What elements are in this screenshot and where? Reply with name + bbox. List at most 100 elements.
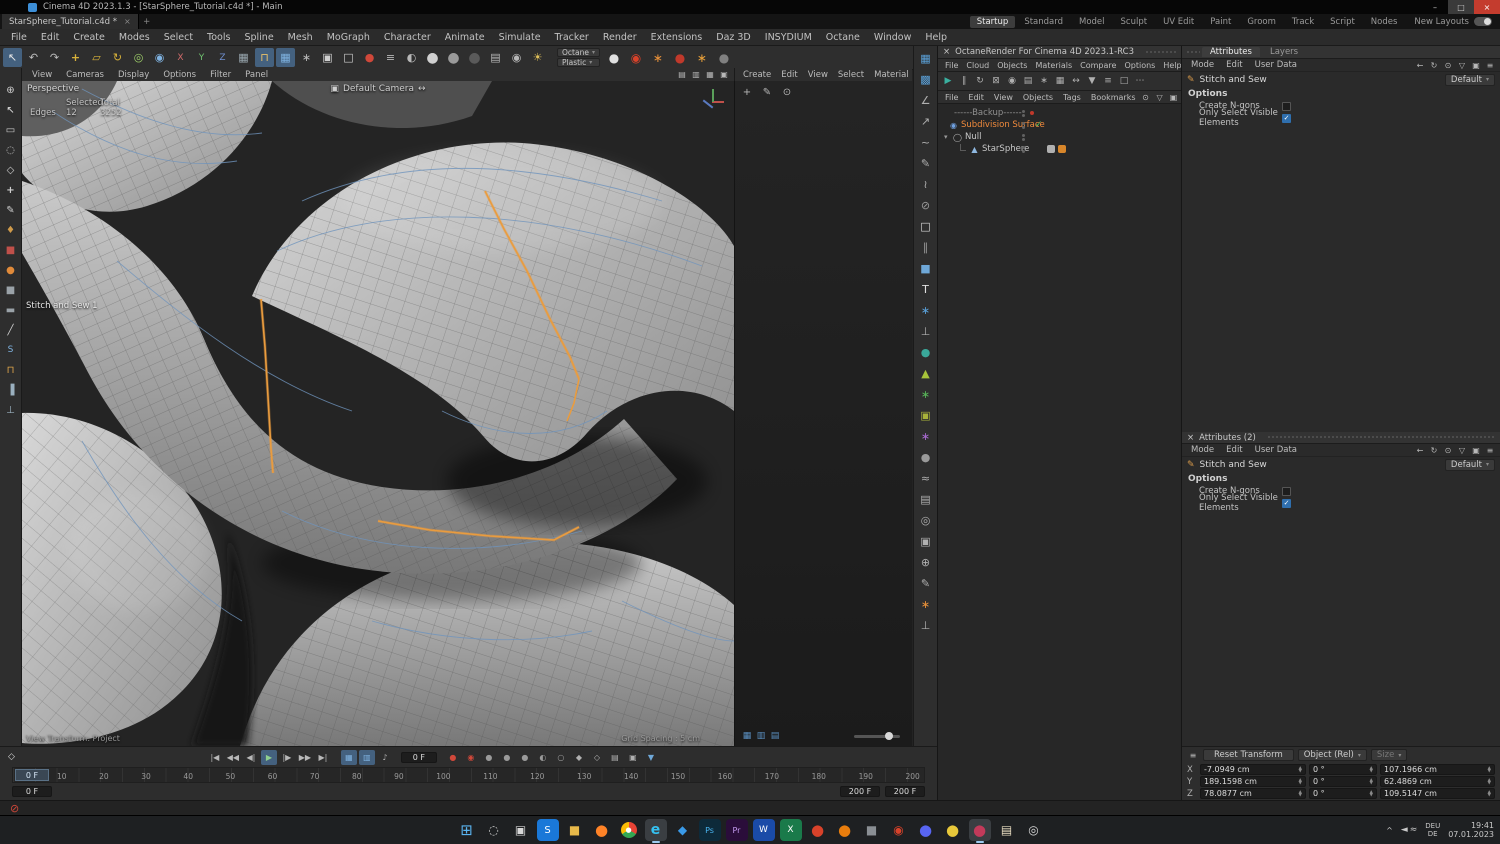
menu-item[interactable]: File	[4, 32, 34, 43]
render-region-icon[interactable]: □	[339, 48, 358, 67]
record-parameter-icon[interactable]: ◐	[535, 750, 551, 765]
eyedropper-icon[interactable]: ≀	[917, 176, 934, 193]
excel-icon[interactable]: X	[779, 819, 802, 841]
view-label[interactable]: Perspective	[27, 84, 79, 94]
preset-dropdown[interactable]: Default	[1444, 458, 1495, 471]
otoy-icon[interactable]: ◉	[888, 819, 910, 841]
document-end-field[interactable]: 200 F	[885, 785, 925, 797]
sphere-gray-icon[interactable]: ●	[917, 449, 934, 466]
stage-camera-icon[interactable]: ◉	[507, 48, 526, 67]
selection-tag-icon[interactable]	[1058, 145, 1066, 153]
last-tool-icon[interactable]: ◎	[129, 48, 148, 67]
gear-purple-icon[interactable]: ∗	[917, 428, 934, 445]
octane-more-icon[interactable]: ⋯	[1133, 74, 1147, 88]
gray-cube-icon[interactable]: ■	[3, 282, 19, 298]
timeline-ruler[interactable]: 0 F 10 20 30 40 50 60 70 80 90 100 110 120 130 140 150 1…	[12, 767, 925, 783]
options-section-header[interactable]: Options	[1182, 472, 1500, 485]
position-z-field[interactable]: 78.0877 cm ▲ ▼	[1200, 788, 1306, 799]
taskbar-clock[interactable]: 19:41 07.01.2023	[1448, 821, 1494, 839]
octane-compare-icon[interactable]: ↔	[1069, 74, 1083, 88]
layout-model[interactable]: Model	[1072, 16, 1112, 28]
history-icon[interactable]: ↻	[1428, 60, 1440, 71]
layer-dot[interactable]	[1030, 111, 1034, 115]
enable-checkmark[interactable]: ✓	[1035, 120, 1043, 130]
tab-layers[interactable]: Layers	[1262, 47, 1306, 57]
sphere-teal-icon[interactable]: ●	[917, 344, 934, 361]
octane-live-viewer-icon[interactable]: ▦	[917, 50, 934, 67]
edge-icon[interactable]: e	[644, 819, 667, 843]
layout-uv-edit[interactable]: UV Edit	[1156, 16, 1201, 28]
live-selection-icon[interactable]: ↖	[3, 48, 22, 67]
otoy-gear-icon[interactable]: ∗	[650, 50, 666, 66]
menu-item[interactable]: Simulate	[492, 32, 548, 43]
octane-menu-item[interactable]: Materials	[1031, 61, 1076, 70]
camera-swap-icon[interactable]: ↔	[418, 84, 426, 94]
new-layouts-toggle[interactable]	[1474, 17, 1492, 26]
explorer-icon[interactable]: ■	[564, 819, 586, 841]
camera-label[interactable]: Default Camera	[343, 84, 414, 94]
red-app-icon[interactable]: ●	[807, 819, 829, 841]
pen-icon[interactable]: ✎	[917, 155, 934, 172]
y-axis-lock-icon[interactable]: Y	[192, 48, 211, 67]
redshift-icon[interactable]: ●	[672, 50, 688, 66]
axis-small-icon[interactable]: ⊥	[917, 617, 934, 634]
gray-app-icon[interactable]: ■	[861, 819, 883, 841]
discord-icon[interactable]: ●	[915, 819, 937, 841]
emoji-app-icon[interactable]: ●	[942, 819, 964, 841]
panel-menu-icon[interactable]: ≡	[1484, 445, 1496, 456]
plane-icon[interactable]: ▬	[3, 302, 19, 318]
curve-icon[interactable]: ~	[917, 134, 934, 151]
om-filter-icon[interactable]: ▽	[1154, 92, 1166, 103]
rotation-p-field[interactable]: 0 ° ▲ ▼	[1309, 776, 1377, 787]
attributes-menu-item[interactable]: User Data	[1250, 445, 1302, 455]
keyframe-presets-icon[interactable]: ◇	[589, 750, 605, 765]
object-item-null[interactable]: ▾ ◯ Null	[938, 131, 1181, 143]
rect-select-icon[interactable]: ▭	[3, 122, 19, 138]
mirror-icon[interactable]: ▐	[3, 382, 19, 398]
redo-icon[interactable]: ↷	[45, 48, 64, 67]
menu-item[interactable]: Help	[918, 32, 954, 43]
attributes-menu-item[interactable]: Edit	[1221, 60, 1247, 70]
layout-quad-view-icon[interactable]: ▦	[704, 69, 716, 80]
coordinates-menu-icon[interactable]: ≡	[1187, 750, 1199, 761]
octane-ball-white-icon[interactable]: ●	[606, 50, 622, 66]
network-icon[interactable]: ≈	[1410, 825, 1418, 835]
octane-material-button[interactable]: Octane	[557, 48, 600, 57]
layout-split-view-icon[interactable]: ▥	[690, 69, 702, 80]
menu-item[interactable]: Window	[867, 32, 918, 43]
menu-item[interactable]: Spline	[237, 32, 280, 43]
start-button[interactable]: ⊞	[456, 819, 478, 841]
blue-app-icon[interactable]: ◆	[672, 819, 694, 841]
quantize-icon[interactable]: ▦	[276, 48, 295, 67]
search-icon[interactable]: ⊙	[1442, 60, 1454, 71]
octane-logo-icon[interactable]: ◉	[628, 50, 644, 66]
material-sphere-dark-icon[interactable]: ●	[465, 48, 484, 67]
attributes-menu-item[interactable]: Mode	[1186, 445, 1219, 455]
visibility-dots[interactable]	[1022, 145, 1025, 153]
drag-handle[interactable]	[1266, 435, 1495, 440]
cube-blue-icon[interactable]: ■	[917, 260, 934, 277]
grid-large-icon[interactable]: ▤	[769, 730, 781, 742]
phong-tag-icon[interactable]	[1047, 145, 1055, 153]
coordinate-mode-dropdown[interactable]: Object (Rel)	[1297, 749, 1367, 761]
modeling-settings-icon[interactable]: ∗	[297, 48, 316, 67]
menu-item[interactable]: Octane	[819, 32, 867, 43]
menu-item[interactable]: Edit	[34, 32, 66, 43]
render-preview-icon[interactable]: ▣	[625, 750, 641, 765]
firefox-icon[interactable]: ●	[591, 819, 613, 841]
octane-square-icon[interactable]: □	[1117, 74, 1131, 88]
globe-icon[interactable]: ◎	[917, 512, 934, 529]
menu-item[interactable]: Tracker	[548, 32, 596, 43]
material-sphere-mid-icon[interactable]: ●	[444, 48, 463, 67]
octane-menu-item[interactable]: Cloud	[962, 61, 993, 70]
plastic-material-button[interactable]: Plastic	[557, 58, 600, 67]
layout-single-view-icon[interactable]: ▤	[676, 69, 688, 80]
viewport-menu-item[interactable]: Cameras	[60, 70, 110, 80]
viewport-menu-item[interactable]: View	[26, 70, 58, 80]
drag-handle[interactable]	[1145, 49, 1176, 55]
key-interpolation-icon[interactable]: ▦	[340, 749, 357, 765]
goto-start-icon[interactable]: |◀	[207, 750, 223, 765]
record-pla-icon[interactable]: ○	[553, 750, 569, 765]
grid-medium-icon[interactable]: ▥	[755, 730, 767, 742]
text-tool-icon[interactable]: T	[917, 281, 934, 298]
